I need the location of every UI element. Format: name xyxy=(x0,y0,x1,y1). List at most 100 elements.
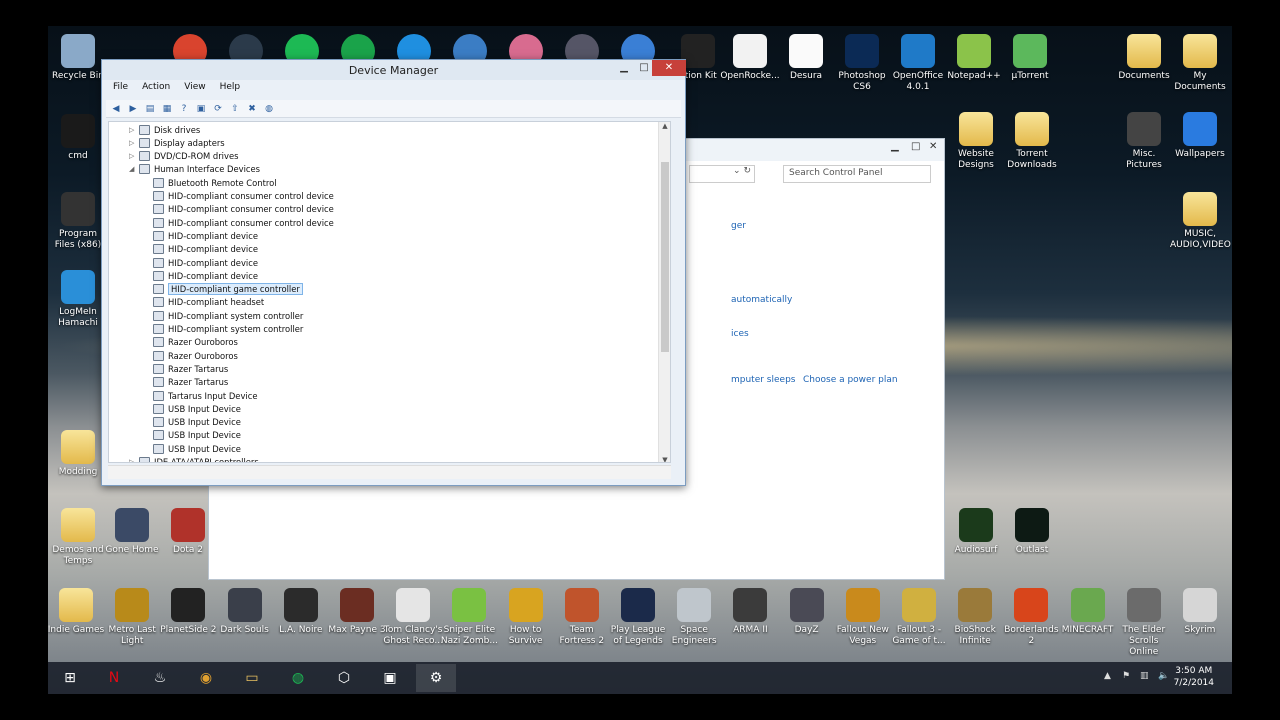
desktop-shortcut[interactable]: Photoshop CS6 xyxy=(832,34,892,93)
close-icon[interactable]: ✕ xyxy=(652,60,686,76)
device-manager-icon[interactable]: ⚙ xyxy=(416,664,456,692)
device-item[interactable]: Bluetooth Remote Control xyxy=(153,176,277,189)
desktop-shortcut[interactable]: Dark Souls xyxy=(215,588,275,636)
device-item[interactable]: Tartarus Input Device xyxy=(153,389,258,402)
uninstall-icon[interactable]: ✖ xyxy=(246,103,258,115)
forward-icon[interactable]: ▶ xyxy=(127,103,139,115)
desktop-shortcut[interactable]: LogMeIn Hamachi xyxy=(48,270,108,329)
device-category[interactable]: ▷ Display adapters xyxy=(129,136,225,149)
desktop-shortcut[interactable]: cmd xyxy=(48,114,108,162)
device-item[interactable]: HID-compliant device xyxy=(153,243,258,256)
menu-action[interactable]: Action xyxy=(142,82,170,92)
choose-power-plan-link[interactable]: Choose a power plan xyxy=(803,375,898,385)
cp-link-4[interactable]: mputer sleeps xyxy=(731,375,795,385)
desktop-shortcut[interactable]: MINECRAFT xyxy=(1058,588,1118,636)
desktop-shortcut[interactable]: Recycle Bin xyxy=(48,34,108,82)
device-item[interactable]: USB Input Device xyxy=(153,416,241,429)
device-item[interactable]: USB Input Device xyxy=(153,429,241,442)
desktop-shortcut[interactable]: Fallout New Vegas xyxy=(833,588,893,647)
steam-icon[interactable]: ♨ xyxy=(140,664,180,692)
desktop-shortcut[interactable]: Fallout 3 - Game of t... xyxy=(889,588,949,647)
desktop-shortcut[interactable]: Program Files (x86) xyxy=(48,192,108,251)
scroll-down-icon[interactable]: ▼ xyxy=(659,456,670,462)
properties-icon[interactable]: ▦ xyxy=(161,103,173,115)
desktop-shortcut[interactable]: PlanetSide 2 xyxy=(158,588,218,636)
volume-icon[interactable]: 🔈 xyxy=(1158,671,1169,681)
chrome-icon[interactable]: ◉ xyxy=(186,664,226,692)
clock[interactable]: 3:50 AM 7/2/2014 xyxy=(1174,665,1214,689)
view-icon[interactable]: ▣ xyxy=(195,103,207,115)
desktop-shortcut[interactable]: My Documents xyxy=(1170,34,1230,93)
device-category[interactable]: ▷ IDE ATA/ATAPI controllers xyxy=(129,456,259,462)
device-item[interactable]: HID-compliant consumer control device xyxy=(153,203,334,216)
device-item[interactable]: HID-compliant device xyxy=(153,256,258,269)
expand-arrow-icon[interactable]: ◢ xyxy=(129,165,139,173)
maximize-icon[interactable]: □ xyxy=(634,60,654,76)
windows-start-icon[interactable]: ⊞ xyxy=(50,664,90,692)
device-item[interactable]: HID-compliant system controller xyxy=(153,323,303,336)
desktop-shortcut[interactable]: L.A. Noire xyxy=(271,588,331,636)
desktop-shortcut[interactable]: Wallpapers xyxy=(1170,112,1230,160)
address-bar[interactable]: ⌄ ↻ xyxy=(689,165,755,183)
device-item[interactable]: HID-compliant device xyxy=(153,229,258,242)
desktop-shortcut[interactable]: DayZ xyxy=(777,588,837,636)
desktop-shortcut[interactable]: The Elder Scrolls Online xyxy=(1114,588,1174,658)
device-item[interactable]: Razer Tartarus xyxy=(153,362,228,375)
desktop-shortcut[interactable]: How to Survive xyxy=(496,588,556,647)
device-item[interactable]: USB Input Device xyxy=(153,402,241,415)
device-item[interactable]: Razer Ouroboros xyxy=(153,349,238,362)
device-item[interactable]: USB Input Device xyxy=(153,442,241,455)
scan-hardware-icon[interactable]: ⟳ xyxy=(212,103,224,115)
desktop-shortcut[interactable]: Sniper Elite Nazi Zomb... xyxy=(439,588,499,647)
device-category[interactable]: ▷ DVD/CD-ROM drives xyxy=(129,150,238,163)
menu-view[interactable]: View xyxy=(184,82,205,92)
device-manager-window[interactable]: Device Manager ▁ □ ✕ File Action View Help … xyxy=(101,59,686,486)
desktop-shortcut[interactable]: Misc. Pictures xyxy=(1114,112,1174,171)
desktop-shortcut[interactable]: Skyrim xyxy=(1170,588,1230,636)
desktop-shortcut[interactable]: ARMA II xyxy=(720,588,780,636)
expand-arrow-icon[interactable]: ▷ xyxy=(129,126,139,134)
desktop-shortcut[interactable]: Play League of Legends xyxy=(608,588,668,647)
desktop-shortcut[interactable]: Borderlands 2 xyxy=(1001,588,1061,647)
network-icon[interactable]: ▥ xyxy=(1140,671,1149,681)
desktop-shortcut[interactable]: Dota 2 xyxy=(158,508,218,556)
desktop-shortcut[interactable]: Desura xyxy=(776,34,836,82)
desktop-shortcut[interactable]: Notepad++ xyxy=(944,34,1004,82)
device-item[interactable]: HID-compliant game controller xyxy=(153,283,303,296)
remote-desktop-icon[interactable]: ▣ xyxy=(370,664,410,692)
desktop-shortcut[interactable]: Space Engineers xyxy=(664,588,724,647)
desktop-shortcut[interactable]: MUSIC, AUDIO,VIDEO xyxy=(1170,192,1231,251)
cp-link-1[interactable]: ger xyxy=(731,221,746,231)
device-item[interactable]: Razer Ouroboros xyxy=(153,336,238,349)
tray-expand-icon[interactable]: ▲ xyxy=(1104,671,1111,681)
device-category[interactable]: ▷ Disk drives xyxy=(129,123,200,136)
desktop-shortcut[interactable]: Audiosurf xyxy=(946,508,1006,556)
desktop-shortcut[interactable]: Torrent Downloads xyxy=(1002,112,1062,171)
device-item[interactable]: HID-compliant system controller xyxy=(153,309,303,322)
device-item[interactable]: Razer Tartarus xyxy=(153,376,228,389)
desktop-shortcut[interactable]: Max Payne 3 xyxy=(327,588,387,636)
desktop-shortcut[interactable]: µTorrent xyxy=(1000,34,1060,82)
update-driver-icon[interactable]: ⇧ xyxy=(229,103,241,115)
scrollbar[interactable]: ▲ ▼ xyxy=(658,122,670,462)
device-manager-titlebar[interactable]: Device Manager ▁ □ ✕ xyxy=(102,60,686,80)
desktop-shortcut[interactable]: Indie Games xyxy=(48,588,106,636)
menu-file[interactable]: File xyxy=(113,82,128,92)
desktop-shortcut[interactable]: Website Designs xyxy=(946,112,1006,171)
cp-link-3[interactable]: ices xyxy=(731,329,749,339)
expand-arrow-icon[interactable]: ▷ xyxy=(129,458,139,462)
search-input[interactable]: Search Control Panel xyxy=(783,165,931,183)
device-item[interactable]: HID-compliant device xyxy=(153,269,258,282)
expand-arrow-icon[interactable]: ▷ xyxy=(129,152,139,160)
back-icon[interactable]: ◀ xyxy=(110,103,122,115)
hamachi-icon[interactable]: ⬡ xyxy=(324,664,364,692)
desktop-shortcut[interactable]: OpenOffice 4.0.1 xyxy=(888,34,948,93)
flag-icon[interactable]: ⚑ xyxy=(1122,671,1130,681)
spotify-icon[interactable]: ◍ xyxy=(278,664,318,692)
file-explorer-icon[interactable]: ▭ xyxy=(232,664,272,692)
show-hide-tree-icon[interactable]: ▤ xyxy=(144,103,156,115)
device-tree[interactable]: ▷ Disk drives ▷ Display adapters ▷ DVD/CD-ROM… xyxy=(108,121,671,463)
desktop-shortcut[interactable]: Metro Last Light xyxy=(102,588,162,647)
cp-link-2[interactable]: automatically xyxy=(731,295,792,305)
minimize-icon[interactable]: ▁ xyxy=(891,141,899,152)
